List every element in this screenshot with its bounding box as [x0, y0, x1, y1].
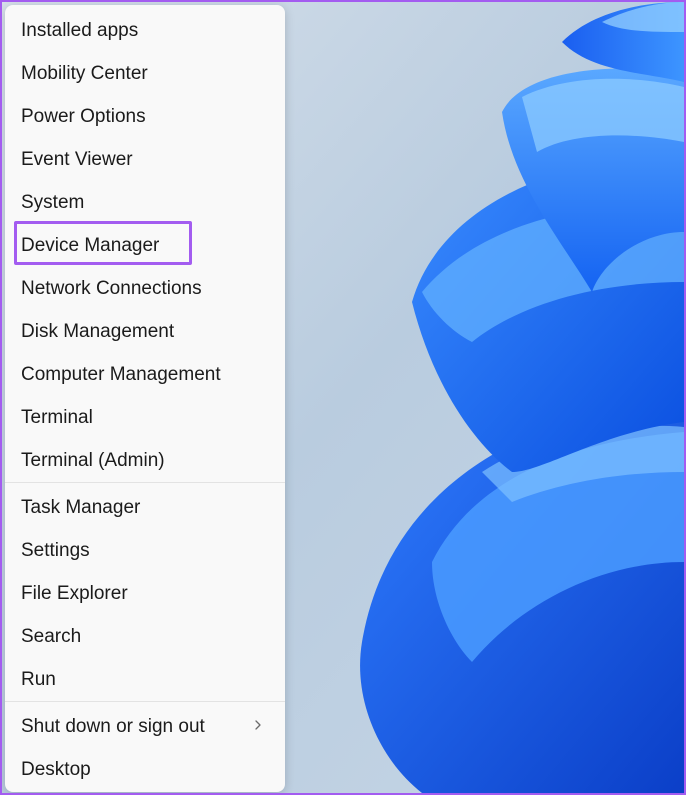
- menu-item-label: System: [21, 191, 85, 213]
- menu-item-label: Terminal (Admin): [21, 449, 165, 471]
- menu-item-label: Disk Management: [21, 320, 175, 342]
- menu-item-label: Desktop: [21, 758, 91, 780]
- menu-item-label: Task Manager: [21, 496, 141, 518]
- menu-separator: [5, 482, 285, 483]
- menu-item-label: Mobility Center: [21, 62, 148, 84]
- menu-item-system[interactable]: System: [5, 181, 285, 224]
- menu-item-label: Shut down or sign out: [21, 715, 205, 737]
- device-manager-highlight-box: [14, 221, 192, 265]
- menu-item-disk-management[interactable]: Disk Management: [5, 310, 285, 353]
- menu-item-mobility-center[interactable]: Mobility Center: [5, 52, 285, 95]
- menu-item-installed-apps[interactable]: Installed apps: [5, 9, 285, 52]
- menu-item-run[interactable]: Run: [5, 658, 285, 701]
- chevron-right-icon: [255, 720, 261, 730]
- menu-item-shut-down-or-sign-out[interactable]: Shut down or sign out: [5, 705, 285, 748]
- menu-item-settings[interactable]: Settings: [5, 529, 285, 572]
- menu-item-network-connections[interactable]: Network Connections: [5, 267, 285, 310]
- menu-item-label: Power Options: [21, 105, 146, 127]
- menu-item-terminal[interactable]: Terminal: [5, 396, 285, 439]
- screenshot-frame: Installed apps Mobility Center Power Opt…: [0, 0, 686, 795]
- menu-item-label: Installed apps: [21, 19, 139, 41]
- menu-item-power-options[interactable]: Power Options: [5, 95, 285, 138]
- menu-separator: [5, 701, 285, 702]
- menu-item-task-manager[interactable]: Task Manager: [5, 486, 285, 529]
- menu-item-label: Search: [21, 625, 82, 647]
- menu-item-label: Network Connections: [21, 277, 202, 299]
- menu-item-label: Settings: [21, 539, 90, 561]
- menu-item-label: File Explorer: [21, 582, 128, 604]
- menu-item-label: Event Viewer: [21, 148, 133, 170]
- menu-item-terminal-admin[interactable]: Terminal (Admin): [5, 439, 285, 482]
- menu-item-desktop[interactable]: Desktop: [5, 748, 285, 791]
- menu-item-computer-management[interactable]: Computer Management: [5, 353, 285, 396]
- menu-item-search[interactable]: Search: [5, 615, 285, 658]
- menu-item-label: Run: [21, 668, 56, 690]
- menu-item-label: Computer Management: [21, 363, 221, 385]
- power-user-menu: Installed apps Mobility Center Power Opt…: [5, 5, 285, 792]
- menu-item-file-explorer[interactable]: File Explorer: [5, 572, 285, 615]
- menu-item-label: Terminal: [21, 406, 93, 428]
- menu-item-event-viewer[interactable]: Event Viewer: [5, 138, 285, 181]
